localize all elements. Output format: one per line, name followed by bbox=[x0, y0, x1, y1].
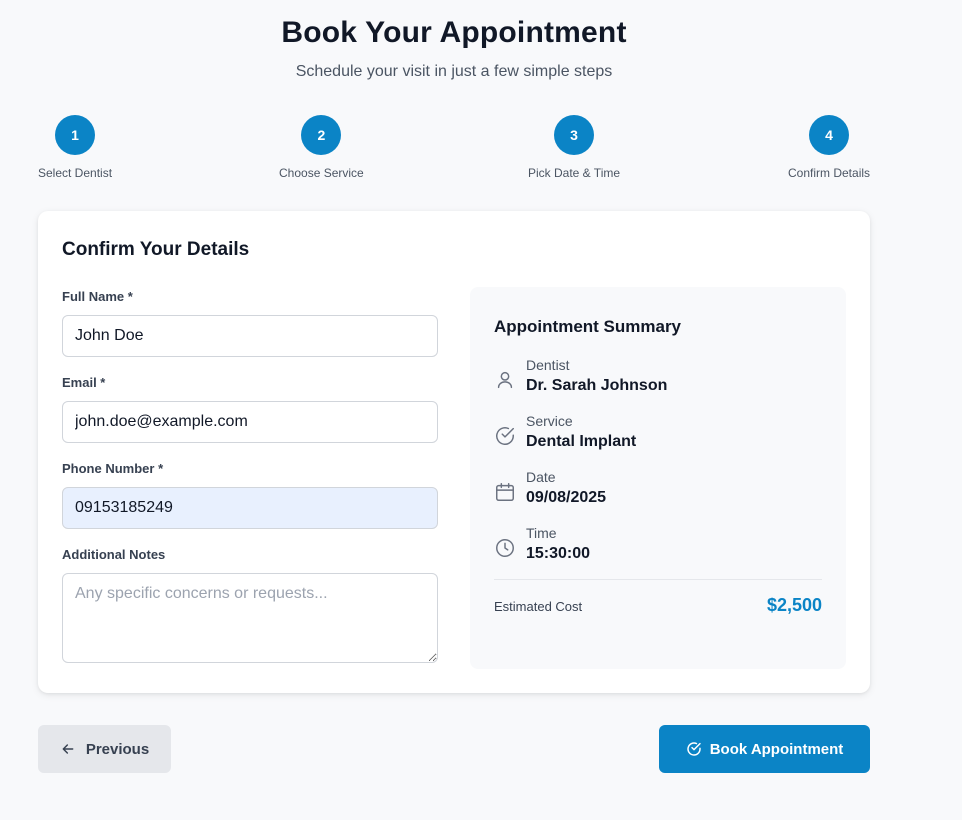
check-circle-icon bbox=[494, 425, 516, 447]
calendar-icon bbox=[494, 481, 516, 503]
summary-label: Dentist bbox=[526, 357, 570, 373]
previous-button[interactable]: Previous bbox=[38, 725, 171, 773]
step-choose-service: 2 Choose Service bbox=[279, 115, 364, 180]
summary-value: 15:30:00 bbox=[526, 545, 591, 562]
summary-value: Dr. Sarah Johnson bbox=[526, 377, 668, 394]
check-circle-icon bbox=[686, 741, 702, 757]
summary-service: Service Dental Implant bbox=[494, 413, 824, 457]
appointment-summary: Appointment Summary Dentist Dr. Sarah Jo… bbox=[470, 287, 846, 669]
page-subtitle: Schedule your visit in just a few simple… bbox=[295, 63, 613, 80]
page-title: Book Your Appointment bbox=[281, 16, 627, 49]
summary-time: Time 15:30:00 bbox=[494, 525, 824, 569]
email-label: Email * bbox=[62, 375, 106, 390]
previous-button-label: Previous bbox=[85, 740, 150, 758]
summary-label: Time bbox=[526, 525, 557, 541]
estimated-cost-label: Estimated Cost bbox=[494, 599, 583, 614]
clock-icon bbox=[494, 537, 516, 559]
notes-textarea[interactable] bbox=[62, 573, 438, 663]
step-select-dentist: 1 Select Dentist bbox=[38, 115, 112, 180]
step-number: 1 bbox=[55, 115, 96, 155]
step-number: 3 bbox=[554, 115, 595, 155]
summary-divider bbox=[494, 579, 822, 580]
arrow-left-icon bbox=[60, 741, 76, 757]
summary-value: 09/08/2025 bbox=[526, 489, 607, 506]
estimated-cost-value: $2,500 bbox=[766, 595, 822, 615]
step-number: 4 bbox=[809, 115, 850, 155]
step-pick-date-time: 3 Pick Date & Time bbox=[528, 115, 620, 180]
phone-input[interactable] bbox=[62, 487, 438, 529]
step-label: Pick Date & Time bbox=[528, 166, 621, 180]
summary-date: Date 09/08/2025 bbox=[494, 469, 824, 513]
step-label: Choose Service bbox=[279, 166, 364, 180]
summary-dentist: Dentist Dr. Sarah Johnson bbox=[494, 357, 824, 401]
summary-title: Appointment Summary bbox=[494, 317, 682, 336]
step-label: Select Dentist bbox=[38, 166, 113, 180]
summary-label: Date bbox=[526, 469, 556, 485]
book-appointment-button[interactable]: Book Appointment bbox=[659, 725, 870, 773]
full-name-label: Full Name * bbox=[62, 289, 133, 304]
step-number: 2 bbox=[301, 115, 342, 155]
user-icon bbox=[494, 369, 516, 391]
summary-value: Dental Implant bbox=[526, 433, 637, 450]
booking-page: Book Your Appointment Schedule your visi… bbox=[0, 0, 962, 820]
summary-label: Service bbox=[526, 413, 573, 429]
step-confirm-details: 4 Confirm Details bbox=[788, 115, 870, 180]
full-name-input[interactable] bbox=[62, 315, 438, 357]
confirm-details-card: Confirm Your Details Full Name * Email *… bbox=[38, 211, 870, 693]
book-appointment-label: Book Appointment bbox=[709, 740, 844, 758]
card-title: Confirm Your Details bbox=[62, 239, 250, 260]
email-input[interactable] bbox=[62, 401, 438, 443]
notes-label: Additional Notes bbox=[62, 547, 166, 562]
step-label: Confirm Details bbox=[788, 166, 871, 180]
phone-label: Phone Number * bbox=[62, 461, 164, 476]
progress-steps: 1 Select Dentist 2 Choose Service 3 Pick… bbox=[38, 115, 870, 185]
